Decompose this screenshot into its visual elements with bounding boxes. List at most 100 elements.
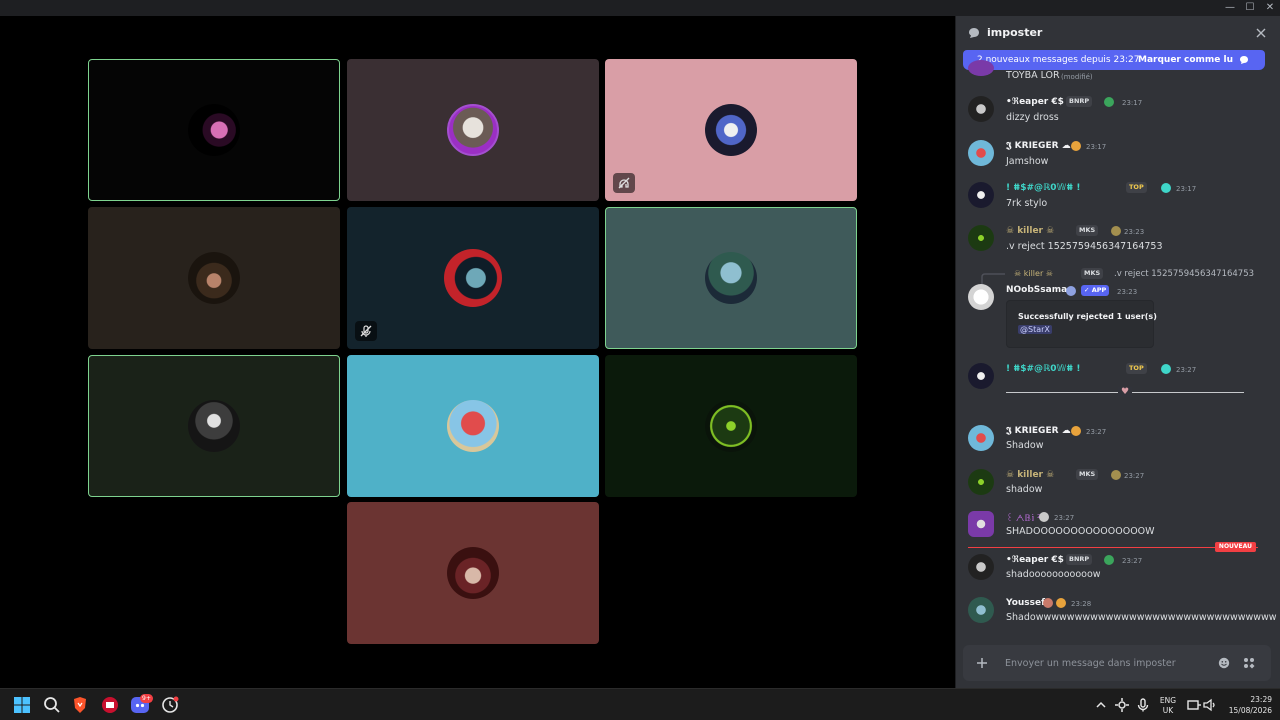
apps-icon[interactable] — [1243, 657, 1255, 669]
user-avatar[interactable] — [968, 182, 994, 208]
message-username[interactable]: NOobSsama — [1006, 285, 1067, 295]
minimize-button[interactable]: — — [1220, 0, 1240, 16]
message-timestamp: 23:28 — [1071, 600, 1092, 608]
reply-connector — [981, 273, 1005, 285]
language-bottom[interactable]: UK — [1156, 706, 1180, 715]
message-item: ☠ killer ☠ MKS 23:27 shadow — [956, 469, 1280, 503]
role-tag: TOP — [1126, 182, 1147, 193]
chat-header: imposter — [956, 16, 1280, 50]
message-item: ! ⵌ$#@ℝ0𝕎ⵌ ! TOP 23:27 ♥ — [956, 363, 1280, 399]
participant-avatar — [447, 400, 499, 452]
participant-tile[interactable] — [347, 502, 599, 644]
message-input[interactable] — [1005, 655, 1205, 671]
microphone-icon[interactable] — [1133, 695, 1153, 715]
role-icon — [1111, 226, 1121, 236]
user-mention[interactable]: @StarX — [1018, 325, 1052, 334]
reply-username[interactable]: ☠ killer ☠ — [1014, 269, 1053, 278]
user-avatar[interactable] — [968, 225, 994, 251]
message-username[interactable]: ! ⵌ$#@ℝ0𝕎ⵌ ! — [1006, 364, 1081, 374]
plus-icon[interactable] — [976, 657, 988, 669]
message-text: SHADOOOOOOOOOOOOOOOW — [1006, 526, 1155, 537]
user-avatar[interactable] — [968, 140, 994, 166]
bot-icon — [1066, 286, 1076, 296]
participant-tile[interactable] — [88, 207, 340, 349]
emoji-icon[interactable] — [1218, 657, 1230, 669]
brave-icon[interactable] — [70, 695, 90, 715]
banner-text: 2 nouveaux messages depuis 23:27 — [977, 55, 1140, 65]
settings-icon[interactable] — [1112, 695, 1132, 715]
message-item: ꒰ ᗅ𝔹𝕚 ²⁶ 23:27 SHADOOOOOOOOOOOOOOOW — [956, 511, 1280, 545]
user-avatar[interactable] — [968, 554, 994, 580]
participant-tile[interactable] — [88, 355, 340, 497]
message-text: Shadow — [1006, 440, 1044, 451]
participant-tile[interactable] — [347, 207, 599, 349]
mark-as-read-button[interactable]: Marquer comme lu — [1138, 55, 1233, 65]
participant-tile[interactable] — [347, 59, 599, 201]
user-avatar[interactable] — [968, 597, 994, 623]
message-username[interactable]: ☠ killer ☠ — [1006, 226, 1054, 236]
user-avatar[interactable] — [968, 425, 994, 451]
message-text: shadow — [1006, 484, 1043, 495]
role-icon — [1104, 97, 1114, 107]
participant-avatar — [705, 104, 757, 156]
participant-tile[interactable] — [347, 355, 599, 497]
new-messages-banner[interactable]: 2 nouveaux messages depuis 23:27 Marquer… — [963, 50, 1265, 70]
message-username[interactable]: 𝕵 KRIEGER ☁ — [1006, 426, 1071, 436]
user-avatar[interactable] — [968, 363, 994, 389]
close-icon[interactable] — [1256, 28, 1266, 38]
user-avatar[interactable] — [968, 511, 994, 537]
message-username[interactable]: •ℜeaper €$ — [1006, 97, 1064, 107]
message-item: ☠ killer ☠ MKS .v reject 152575945634716… — [956, 268, 1280, 349]
message-item: ! ⵌ$#@ℝ0𝕎ⵌ ! TOP 23:17 7rk stylo — [956, 182, 1280, 216]
embed-title: Successfully rejected 1 user(s) — [1018, 312, 1157, 321]
maximize-button[interactable]: ☐ — [1240, 0, 1260, 16]
user-avatar[interactable] — [968, 96, 994, 122]
chevron-up-icon[interactable] — [1091, 695, 1111, 715]
user-avatar[interactable] — [968, 284, 994, 310]
deafen-icon — [613, 173, 635, 193]
message-timestamp: 23:27 — [1176, 366, 1197, 374]
role-icon — [1161, 364, 1171, 374]
close-window-button[interactable]: ✕ — [1260, 0, 1280, 16]
mark-read-icon — [1240, 56, 1248, 64]
clock-date[interactable]: 15/08/2026 — [1214, 706, 1272, 715]
message-username[interactable]: •ℜeaper €$ — [1006, 555, 1064, 565]
windows-start-icon[interactable] — [12, 695, 32, 715]
clock-time[interactable]: 23:29 — [1222, 695, 1272, 704]
edited-label: (modifié) — [1061, 73, 1093, 81]
participant-tile[interactable] — [605, 207, 857, 349]
message-username[interactable]: ! ⵌ$#@ℝ0𝕎ⵌ ! — [1006, 183, 1081, 193]
message-timestamp: 23:27 — [1086, 428, 1107, 436]
participant-avatar — [705, 252, 757, 304]
user-avatar[interactable] — [968, 469, 994, 495]
message-text: TOYBA LOR — [1006, 70, 1060, 81]
role-tag: MKS — [1081, 268, 1104, 279]
role-icon — [1104, 555, 1114, 565]
participant-avatar — [188, 252, 240, 304]
role-icon — [1071, 141, 1081, 151]
message-item: Youssef 23:28 Shadowwwwwwwwwwwwwwwwwwwww… — [956, 597, 1280, 631]
message-timestamp: 23:17 — [1086, 143, 1107, 151]
reply-text: .v reject 1525759456347164753 — [1114, 269, 1255, 279]
language-top[interactable]: ENG — [1156, 696, 1180, 705]
message-item: 𝕵 KRIEGER ☁ 23:17 Jamshow — [956, 140, 1280, 174]
message-timestamp: 23:27 — [1124, 472, 1145, 480]
clock-icon[interactable] — [160, 695, 180, 715]
participant-tile[interactable] — [605, 355, 857, 497]
message-timestamp: 23:27 — [1122, 557, 1143, 565]
participant-tile[interactable] — [88, 59, 340, 201]
search-icon[interactable] — [42, 695, 62, 715]
participant-tile[interactable] — [605, 59, 857, 201]
heart-divider-icon: ♥ — [1118, 387, 1132, 397]
role-icon — [1056, 598, 1066, 608]
chat-bubble-icon — [969, 28, 979, 38]
message-username[interactable]: ☠ killer ☠ — [1006, 470, 1054, 480]
windows-taskbar: 9+ ENG UK 23:29 15/08/2026 — [0, 688, 1280, 720]
message-timestamp: 23:17 — [1176, 185, 1197, 193]
message-username[interactable]: 𝕵 KRIEGER ☁ — [1006, 141, 1071, 151]
app-icon[interactable] — [100, 695, 120, 715]
participant-avatar — [188, 104, 240, 156]
message-timestamp: 23:17 — [1122, 99, 1143, 107]
message-username[interactable]: Youssef — [1006, 598, 1045, 608]
message-text: Shadowwwwwwwwwwwwwwwwwwwwwwwwwwwwwww — [1006, 612, 1277, 623]
